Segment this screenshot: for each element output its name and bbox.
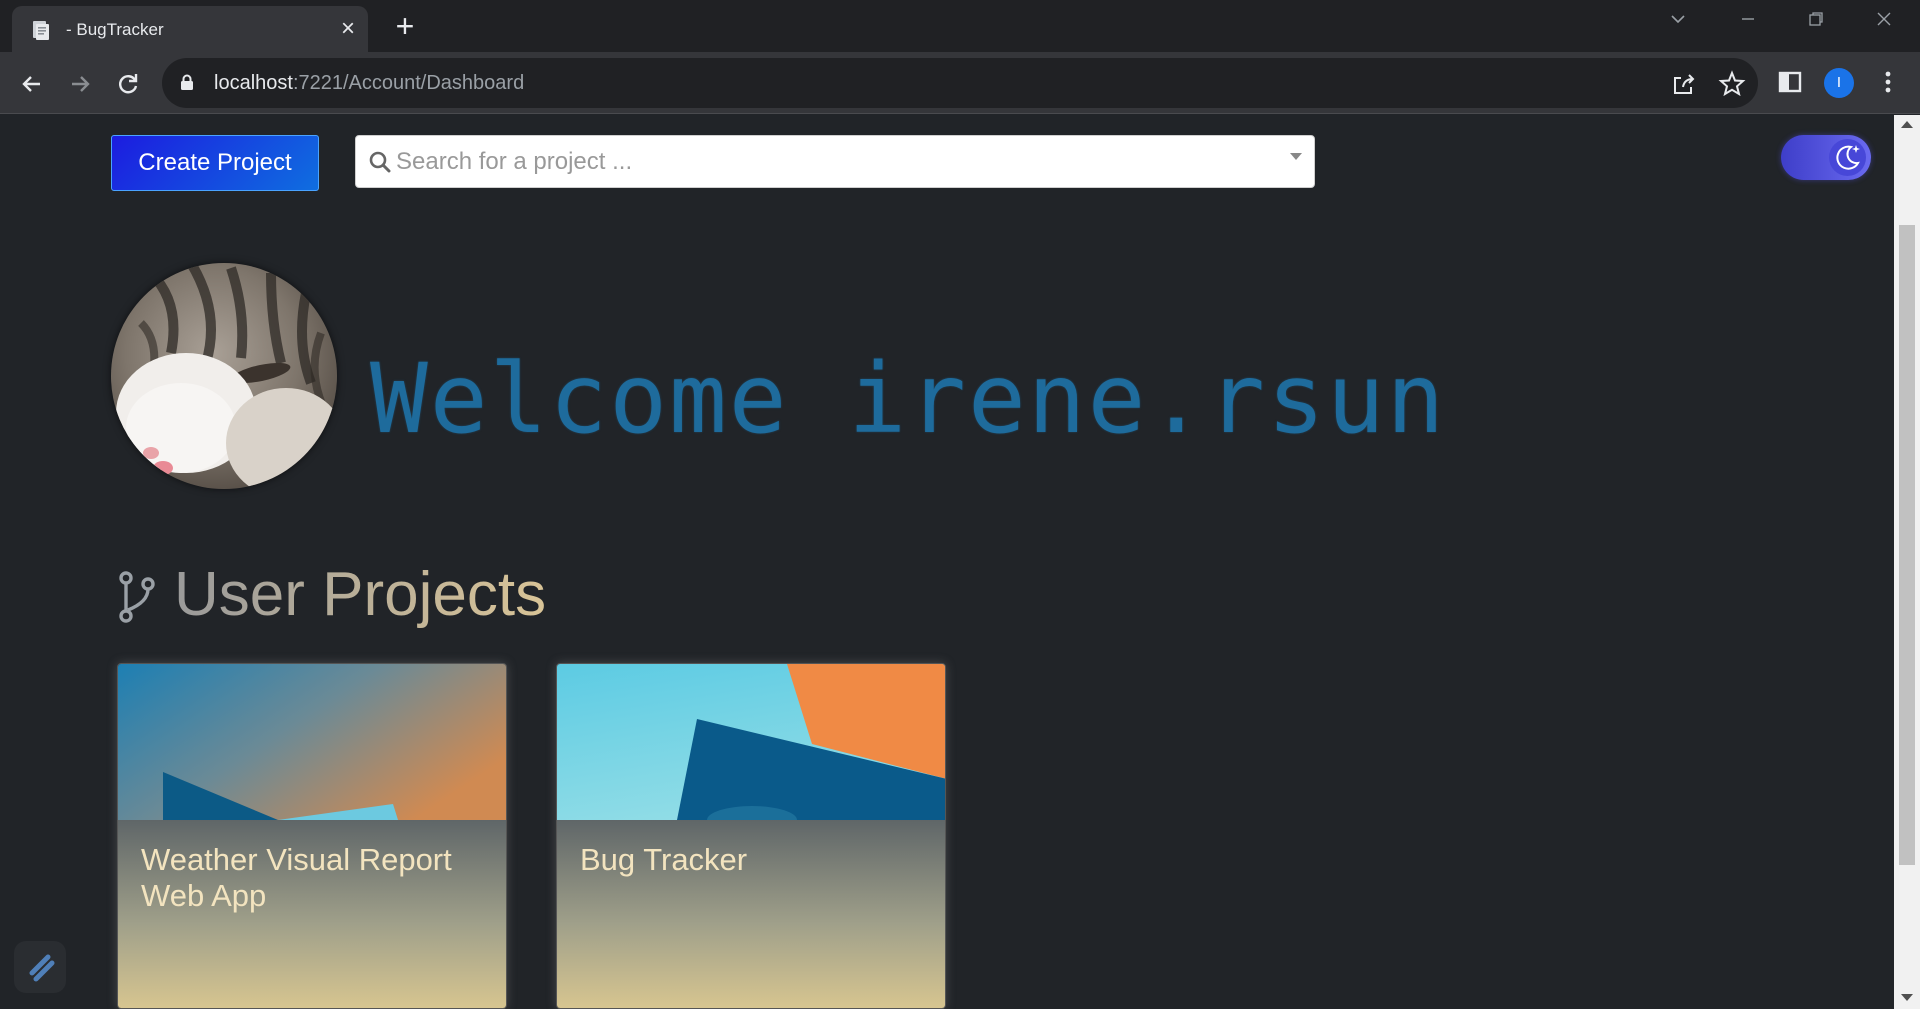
new-tab-icon[interactable]: + [388, 10, 422, 44]
project-card[interactable]: Bug Tracker [556, 663, 946, 1009]
card-body: Bug Tracker [557, 820, 945, 1008]
project-search-select[interactable] [355, 135, 1315, 188]
welcome-heading: Welcome irene.rsun [370, 343, 1447, 455]
url-text: localhost:7221/Account/Dashboard [214, 72, 524, 95]
more-menu-icon[interactable] [1872, 66, 1904, 98]
close-window-icon[interactable] [1864, 6, 1904, 38]
back-arrow-icon[interactable] [14, 66, 50, 102]
bolt-icon [29, 954, 55, 982]
section-title: User Projects [174, 560, 547, 629]
theme-toggle[interactable] [1781, 135, 1871, 180]
tab-search-chevron-icon[interactable] [1658, 6, 1698, 38]
browser-toolbar: localhost:7221/Account/Dashboard I [0, 52, 1920, 114]
profile-avatar[interactable]: I [1824, 68, 1854, 98]
card-title: Weather Visual Report Web App [141, 842, 452, 913]
card-title: Bug Tracker [580, 842, 748, 877]
address-bar[interactable]: localhost:7221/Account/Dashboard [162, 58, 1758, 108]
card-banner [118, 664, 506, 820]
bookmark-star-icon[interactable] [1718, 70, 1746, 98]
tab-close-icon[interactable]: × [334, 15, 362, 43]
search-input[interactable] [396, 136, 1276, 187]
search-icon [369, 151, 391, 173]
page-scrollbar[interactable] [1894, 115, 1920, 1009]
share-icon[interactable] [1670, 70, 1698, 98]
scroll-down-icon[interactable] [1901, 994, 1913, 1001]
git-branch-icon [119, 571, 155, 623]
browser-tab[interactable]: - BugTracker × [12, 6, 368, 52]
lock-icon[interactable] [180, 74, 194, 90]
url-path: :7221/Account/Dashboard [292, 72, 525, 94]
scroll-up-icon[interactable] [1901, 121, 1913, 128]
side-panel-icon[interactable] [1774, 66, 1806, 98]
url-host: localhost [214, 72, 293, 94]
reload-icon[interactable] [110, 66, 146, 102]
browser-tabstrip: - BugTracker × + [0, 0, 1920, 52]
dashboard-page: Create Project Search for a project ... … [0, 115, 1894, 1009]
floating-tool-button[interactable] [14, 941, 66, 993]
moon-stars-icon [1836, 145, 1860, 170]
avatar [111, 263, 337, 489]
tab-title: - BugTracker [66, 20, 164, 39]
create-project-button[interactable]: Create Project [111, 135, 319, 191]
toggle-knob [1829, 139, 1866, 176]
card-body: Weather Visual Report Web App [118, 820, 506, 1008]
document-favicon-icon [33, 21, 49, 40]
restore-icon[interactable] [1796, 6, 1836, 38]
card-banner [557, 664, 945, 820]
minimize-icon[interactable] [1728, 6, 1768, 38]
chevron-down-icon[interactable] [1290, 153, 1302, 160]
scroll-thumb[interactable] [1899, 225, 1915, 865]
forward-arrow-icon[interactable] [62, 66, 98, 102]
project-card[interactable]: Weather Visual Report Web App [117, 663, 507, 1009]
